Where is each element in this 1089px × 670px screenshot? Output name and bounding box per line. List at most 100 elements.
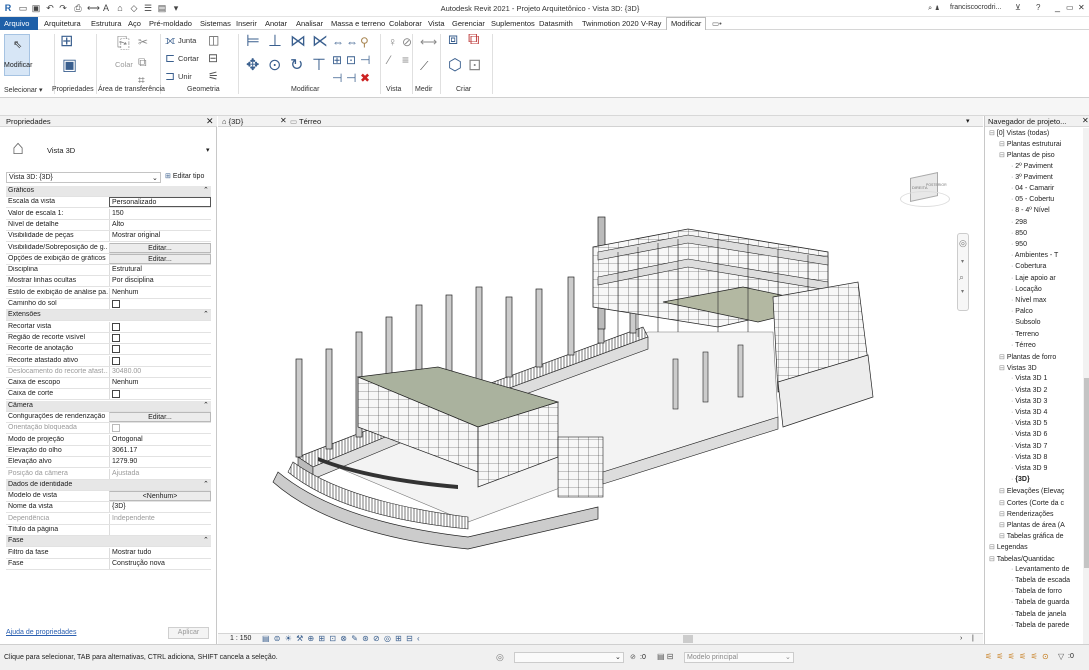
zoom-icon[interactable]: ⌕	[959, 272, 964, 283]
property-value[interactable]: 1279.90	[109, 457, 211, 468]
browser-item[interactable]: ⊟ Legendas	[989, 543, 1028, 551]
browser-item[interactable]: ⊟ Vistas 3D	[999, 364, 1037, 372]
browser-item[interactable]: ⊟ Plantas de forro	[999, 353, 1056, 361]
delete-icon[interactable]: ✖	[360, 72, 370, 84]
property-value[interactable]: Estrutural	[109, 265, 211, 276]
property-value[interactable]: Ortogonal	[109, 434, 211, 445]
design-option-select[interactable]: Modelo principal ⌄	[684, 652, 794, 663]
geometry-tool-icon-2[interactable]: ⊟	[208, 52, 218, 64]
pin-icon[interactable]: ⚲	[360, 36, 369, 48]
view-tool-icon-1[interactable]: ♀	[388, 36, 397, 48]
property-edit-button[interactable]: <Nenhum>	[109, 491, 211, 502]
property-checkbox[interactable]	[112, 300, 120, 308]
tab-3d-close-icon[interactable]: ✕	[280, 116, 287, 125]
property-value[interactable]: 3061.17	[109, 445, 211, 456]
browser-item[interactable]: · Ambientes - T	[1011, 252, 1058, 259]
split-icon[interactable]: ⊣	[360, 54, 370, 66]
view-controls-icons[interactable]: ▤ ⊜ ☀ ⚒ ⊕ ⊞ ⊡ ⊗ ✎ ⊛ ⊘ ◎ ⊞ ⊟ ‹	[262, 634, 421, 643]
save-icon[interactable]: ▣	[31, 3, 41, 13]
scroll-right-end-icon[interactable]: |	[972, 635, 974, 642]
property-section[interactable]: Gráficos ⌃	[6, 186, 211, 197]
browser-item[interactable]: · 2º Paviment	[1011, 163, 1053, 170]
property-value[interactable]: Personalizado	[109, 197, 211, 208]
browser-item[interactable]: · 3º Paviment	[1011, 174, 1053, 181]
cut-icon[interactable]: ✂	[138, 36, 148, 48]
tab-arquivo[interactable]: Arquivo	[0, 17, 38, 30]
view-tool-icon-4[interactable]: ≡	[402, 54, 409, 66]
browser-item[interactable]: · Tabela de parede	[1011, 622, 1069, 629]
create-group-icon[interactable]: ⬡	[448, 58, 462, 74]
horizontal-scroll-thumb[interactable]	[683, 635, 693, 643]
property-edit-button[interactable]: Editar...	[109, 253, 211, 264]
tab-pre-moldado[interactable]: Pré-moldado	[149, 19, 192, 28]
create-similar-icon[interactable]: ⊡	[468, 58, 481, 74]
copy-grid-icon[interactable]: ⊙	[268, 58, 281, 74]
property-checkbox[interactable]	[112, 345, 120, 354]
design-options-icon[interactable]: ▤ ⊟	[657, 652, 673, 661]
property-checkbox[interactable]	[112, 356, 120, 365]
trim-icon[interactable]: ⊤	[312, 58, 326, 74]
apply-button[interactable]: Aplicar	[168, 627, 209, 639]
browser-item[interactable]: · Cobertura	[1011, 263, 1046, 270]
tab-sistemas[interactable]: Sistemas	[200, 19, 231, 28]
offset-icon[interactable]: ⊥	[268, 34, 282, 50]
tab-gerenciar[interactable]: Gerenciar	[452, 19, 485, 28]
browser-item[interactable]: · Tabela de guarda	[1011, 599, 1069, 606]
browser-close-icon[interactable]: ✕	[1082, 116, 1089, 125]
tab-vray[interactable]: V-Ray	[641, 19, 661, 28]
browser-item[interactable]: · Vista 3D 7	[1011, 443, 1047, 450]
browser-item[interactable]: ⊟ Cortes (Corte da c	[999, 499, 1064, 507]
panel-selecionar[interactable]: Selecionar ▾	[4, 86, 43, 94]
property-edit-button[interactable]: Editar...	[109, 412, 211, 422]
measure-icon[interactable]: ⟷	[87, 3, 100, 13]
print-icon[interactable]: ⎙	[73, 3, 83, 13]
browser-item[interactable]: · Vista 3D 8	[1011, 454, 1047, 461]
browser-item[interactable]: · Nível max	[1011, 297, 1046, 304]
switch-windows-icon[interactable]: ▤	[157, 3, 167, 13]
browser-item[interactable]: · Vista 3D 2	[1011, 387, 1047, 394]
browser-item[interactable]: ⊟ Renderizações	[999, 510, 1054, 518]
measure-tool-icon[interactable]: ⟷	[420, 36, 437, 48]
properties-close-icon[interactable]: ✕	[206, 116, 214, 127]
junta-button[interactable]: Junta	[178, 36, 196, 45]
viewcube[interactable]: DIREITA POSTERIOR	[900, 167, 950, 207]
browser-item[interactable]: · Vista 3D 9	[1011, 465, 1047, 472]
type-properties-icon[interactable]: ⊞	[60, 34, 73, 50]
zoom-dropdown-icon[interactable]: ▾	[961, 288, 964, 295]
selection-options-icons[interactable]: ⚟ ⚟ ⚟ ⚟ ⚟ ⊙	[985, 652, 1050, 661]
browser-item[interactable]: · Vista 3D 4	[1011, 409, 1047, 416]
property-value[interactable]: Mostrar tudo	[109, 547, 211, 558]
array-icon[interactable]: ⊞	[332, 54, 342, 66]
tab-vista[interactable]: Vista	[428, 19, 445, 28]
browser-item[interactable]: · Tabela de escada	[1011, 577, 1070, 584]
instance-filter-select[interactable]: Vista 3D: {3D} ⌄	[6, 172, 161, 183]
editable-only-icon[interactable]: ⊘	[630, 653, 636, 661]
property-value[interactable]: Construção nova	[109, 558, 211, 569]
collapse-icon[interactable]: ⌃	[203, 536, 209, 544]
mirror-axis-icon[interactable]: ⋈	[290, 34, 306, 50]
browser-item[interactable]: · 298	[1011, 219, 1027, 226]
browser-item[interactable]: · Térreo	[1011, 342, 1036, 349]
property-value[interactable]: Por disciplina	[109, 276, 211, 287]
unpin-icon[interactable]: ⊣	[346, 72, 356, 84]
tab-modificar[interactable]: Modificar	[666, 17, 707, 30]
filter-icon[interactable]: ▽	[1058, 652, 1064, 661]
property-value[interactable]: Mostrar original	[109, 231, 211, 242]
tab-3d-view[interactable]: ⌂ {3D}	[222, 117, 243, 126]
copy-element-icon[interactable]: ⇔	[346, 36, 358, 48]
tab-anotar[interactable]: Anotar	[265, 19, 287, 28]
browser-item[interactable]: · Vista 3D 6	[1011, 431, 1047, 438]
property-value[interactable]: Alto	[109, 219, 211, 230]
property-checkbox[interactable]	[112, 333, 120, 342]
tab-aco[interactable]: Aço	[128, 19, 141, 28]
tab-terreo[interactable]: ▭ Térreo	[290, 117, 321, 126]
browser-item[interactable]: ⊟ Plantas de piso	[999, 151, 1055, 159]
paste-icon[interactable]: ⎘	[117, 36, 130, 52]
text-icon[interactable]: A	[101, 3, 111, 13]
browser-item[interactable]: · Vista 3D 3	[1011, 398, 1047, 405]
browser-item[interactable]: · Levantamento de	[1011, 566, 1069, 573]
split-gap-icon[interactable]: ⊣	[332, 72, 342, 84]
browser-item[interactable]: ⊟ Plantas de área (A	[999, 521, 1065, 529]
align-icon[interactable]: ⊨	[246, 34, 260, 50]
section-icon[interactable]: ◇	[129, 3, 139, 13]
